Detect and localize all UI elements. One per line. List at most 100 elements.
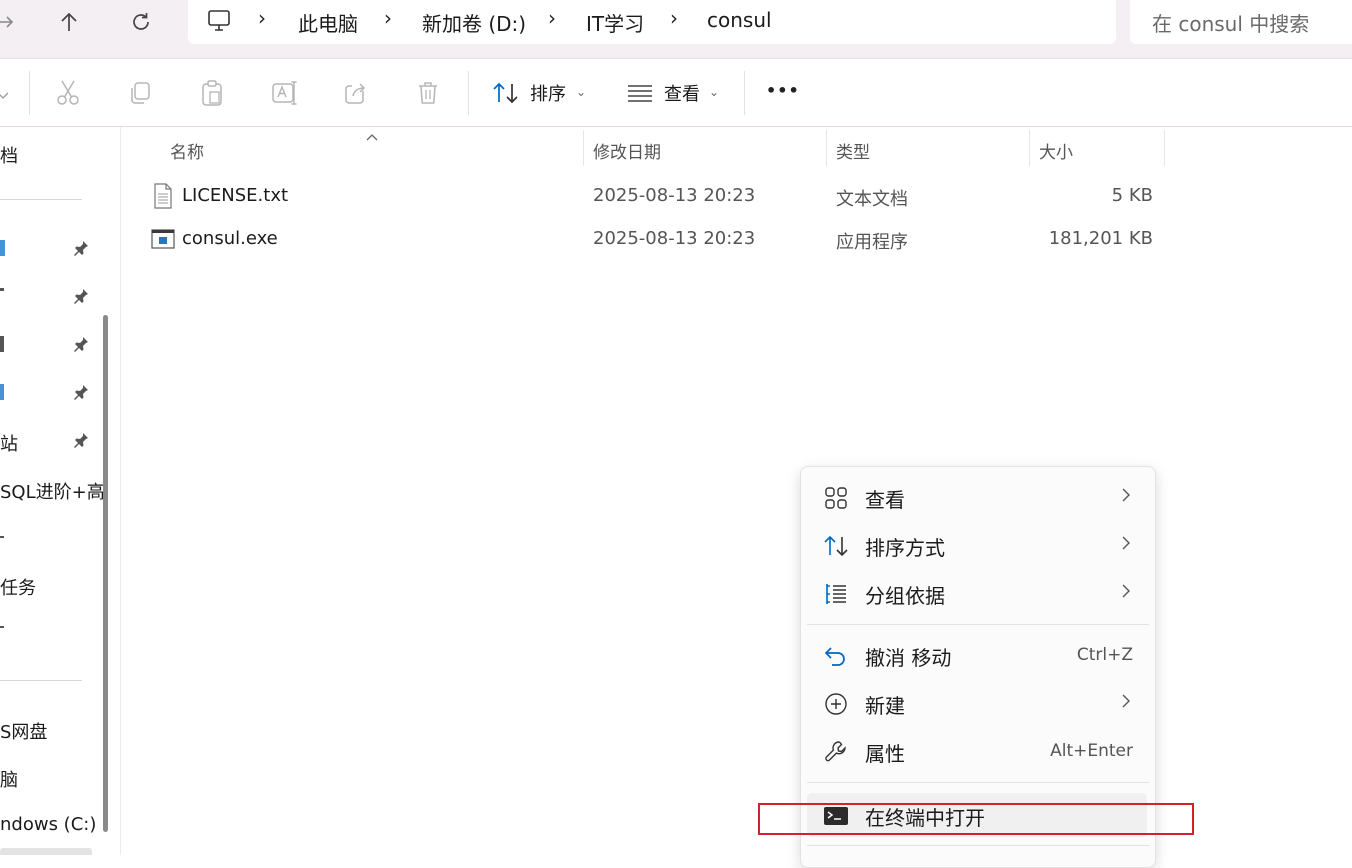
- menu-divider: [807, 845, 1149, 846]
- search-box[interactable]: 在 consul 中搜索: [1130, 0, 1352, 44]
- pin-icon: [74, 289, 88, 304]
- table-row[interactable]: LICENSE.txt 2025-08-13 20:23 文本文档 5 KB: [140, 178, 1165, 216]
- menu-divider: [807, 782, 1149, 783]
- file-name: consul.exe: [182, 228, 278, 249]
- sidebar-item-documents[interactable]: 档: [0, 142, 18, 168]
- menu-item-undo-move[interactable]: 撤消 移动 Ctrl+Z: [807, 633, 1147, 677]
- more-options-button[interactable]: •••: [766, 81, 800, 105]
- breadcrumb-item-it-study[interactable]: IT学习: [586, 8, 644, 37]
- rename-button[interactable]: [267, 76, 301, 110]
- breadcrumb-chevron-icon: ›: [548, 6, 556, 30]
- refresh-icon: [133, 13, 149, 30]
- column-header-type[interactable]: 类型: [836, 138, 870, 163]
- up-button[interactable]: [49, 2, 89, 42]
- sidebar-item-sql-folder[interactable]: SQL进阶+高: [0, 478, 105, 504]
- sidebar-item-selected[interactable]: [0, 848, 92, 855]
- sidebar-divider: [0, 680, 82, 681]
- file-name: LICENSE.txt: [182, 185, 289, 206]
- rename-icon: [272, 81, 297, 105]
- share-icon: [345, 83, 366, 104]
- breadcrumb-chevron-icon: ›: [258, 6, 266, 30]
- this-pc-icon: [206, 9, 232, 37]
- paste-button[interactable]: [195, 76, 229, 110]
- sidebar-item-netdisk[interactable]: S网盘: [0, 718, 47, 744]
- column-header-name[interactable]: 名称: [170, 138, 204, 163]
- sidebar-item-fragment[interactable]: [0, 536, 4, 538]
- address-bar[interactable]: › 此电脑 › 新加卷 (D:) › IT学习 › consul: [188, 0, 1116, 44]
- sidebar-item-fragment[interactable]: [0, 288, 4, 291]
- grid-view-icon: [823, 485, 849, 511]
- sidebar-divider: [0, 199, 82, 200]
- sidebar-item-fragment[interactable]: [0, 240, 5, 256]
- sidebar-item-tasks[interactable]: 任务: [0, 574, 36, 600]
- chevron-right-icon: [1122, 488, 1130, 502]
- menu-item-shortcut: Ctrl+Z: [1076, 645, 1133, 665]
- pin-icon: [74, 337, 88, 352]
- breadcrumb-item-consul[interactable]: consul: [707, 8, 772, 32]
- sidebar-item-drive-c[interactable]: ndows (C:): [0, 814, 96, 835]
- scissors-icon: [57, 80, 79, 105]
- file-modified: 2025-08-13 20:23: [593, 185, 756, 206]
- sidebar-scrollbar[interactable]: [103, 315, 108, 832]
- pin-icon: [74, 385, 88, 400]
- search-placeholder: 在 consul 中搜索: [1152, 12, 1310, 36]
- file-size: 181,201 KB: [1048, 228, 1153, 249]
- share-button[interactable]: [339, 76, 373, 110]
- menu-item-sort-by[interactable]: 排序方式: [807, 523, 1147, 567]
- sort-ascending-icon: [366, 126, 378, 141]
- column-divider[interactable]: [583, 130, 584, 166]
- cut-button[interactable]: [51, 76, 85, 110]
- undo-icon: [823, 643, 849, 669]
- pin-icon: [74, 241, 88, 256]
- sort-button[interactable]: 排序 ⌄: [490, 71, 590, 115]
- pin-icon: [74, 433, 88, 448]
- menu-item-label: 属性: [865, 742, 905, 766]
- column-divider[interactable]: [1164, 130, 1165, 166]
- column-header-size[interactable]: 大小: [1039, 138, 1073, 163]
- annotation-highlight-box: [758, 803, 1194, 835]
- text-file-icon: [154, 183, 172, 209]
- new-dropdown-chevron-icon[interactable]: [0, 87, 9, 99]
- arrow-right-icon: [0, 16, 14, 28]
- toolbar-divider: [744, 71, 745, 115]
- sidebar-item-fragment[interactable]: [0, 384, 4, 400]
- chevron-right-icon: [1122, 694, 1130, 708]
- menu-item-group-by[interactable]: 分组依据: [807, 571, 1147, 615]
- menu-item-label: 排序方式: [865, 536, 945, 560]
- column-divider[interactable]: [1029, 130, 1030, 166]
- column-divider[interactable]: [826, 130, 827, 166]
- menu-item-label: 撤消 移动: [865, 646, 952, 670]
- chevron-down-icon: ⌄: [576, 85, 587, 99]
- sidebar-item-fragment[interactable]: [0, 336, 4, 352]
- menu-item-view[interactable]: 查看: [807, 475, 1147, 519]
- breadcrumb-chevron-icon: ›: [384, 6, 392, 30]
- toolbar-divider: [29, 71, 30, 115]
- table-row[interactable]: consul.exe 2025-08-13 20:23 应用程序 181,201…: [140, 221, 1165, 259]
- copy-icon: [131, 82, 150, 104]
- breadcrumb-item-drive-d[interactable]: 新加卷 (D:): [422, 8, 526, 37]
- chevron-right-icon: [1122, 584, 1130, 598]
- sidebar-item-site[interactable]: 站: [0, 430, 18, 456]
- arrow-up-icon: [61, 12, 77, 31]
- breadcrumb-item-this-pc[interactable]: 此电脑: [298, 8, 358, 37]
- menu-item-label: 分组依据: [865, 584, 945, 608]
- column-header-modified[interactable]: 修改日期: [593, 138, 661, 163]
- menu-item-label: 新建: [865, 694, 905, 718]
- exe-file-icon: [151, 229, 175, 249]
- refresh-button[interactable]: [121, 2, 161, 42]
- clipboard-icon: [202, 80, 222, 106]
- copy-button[interactable]: [123, 76, 157, 110]
- forward-button[interactable]: [0, 2, 26, 42]
- list-view-icon: [628, 85, 652, 102]
- sidebar-item-this-pc[interactable]: 脑: [0, 766, 18, 792]
- plus-circle-icon: [823, 691, 849, 717]
- menu-item-properties[interactable]: 属性 Alt+Enter: [807, 729, 1147, 773]
- menu-item-new[interactable]: 新建: [807, 681, 1147, 725]
- menu-divider: [807, 624, 1149, 625]
- sidebar-item-fragment[interactable]: [0, 626, 4, 628]
- file-type: 应用程序: [836, 232, 908, 253]
- wrench-icon: [823, 739, 849, 765]
- view-button[interactable]: 查看 ⌄: [625, 71, 725, 115]
- delete-button[interactable]: [411, 76, 445, 110]
- file-type: 文本文档: [836, 189, 908, 210]
